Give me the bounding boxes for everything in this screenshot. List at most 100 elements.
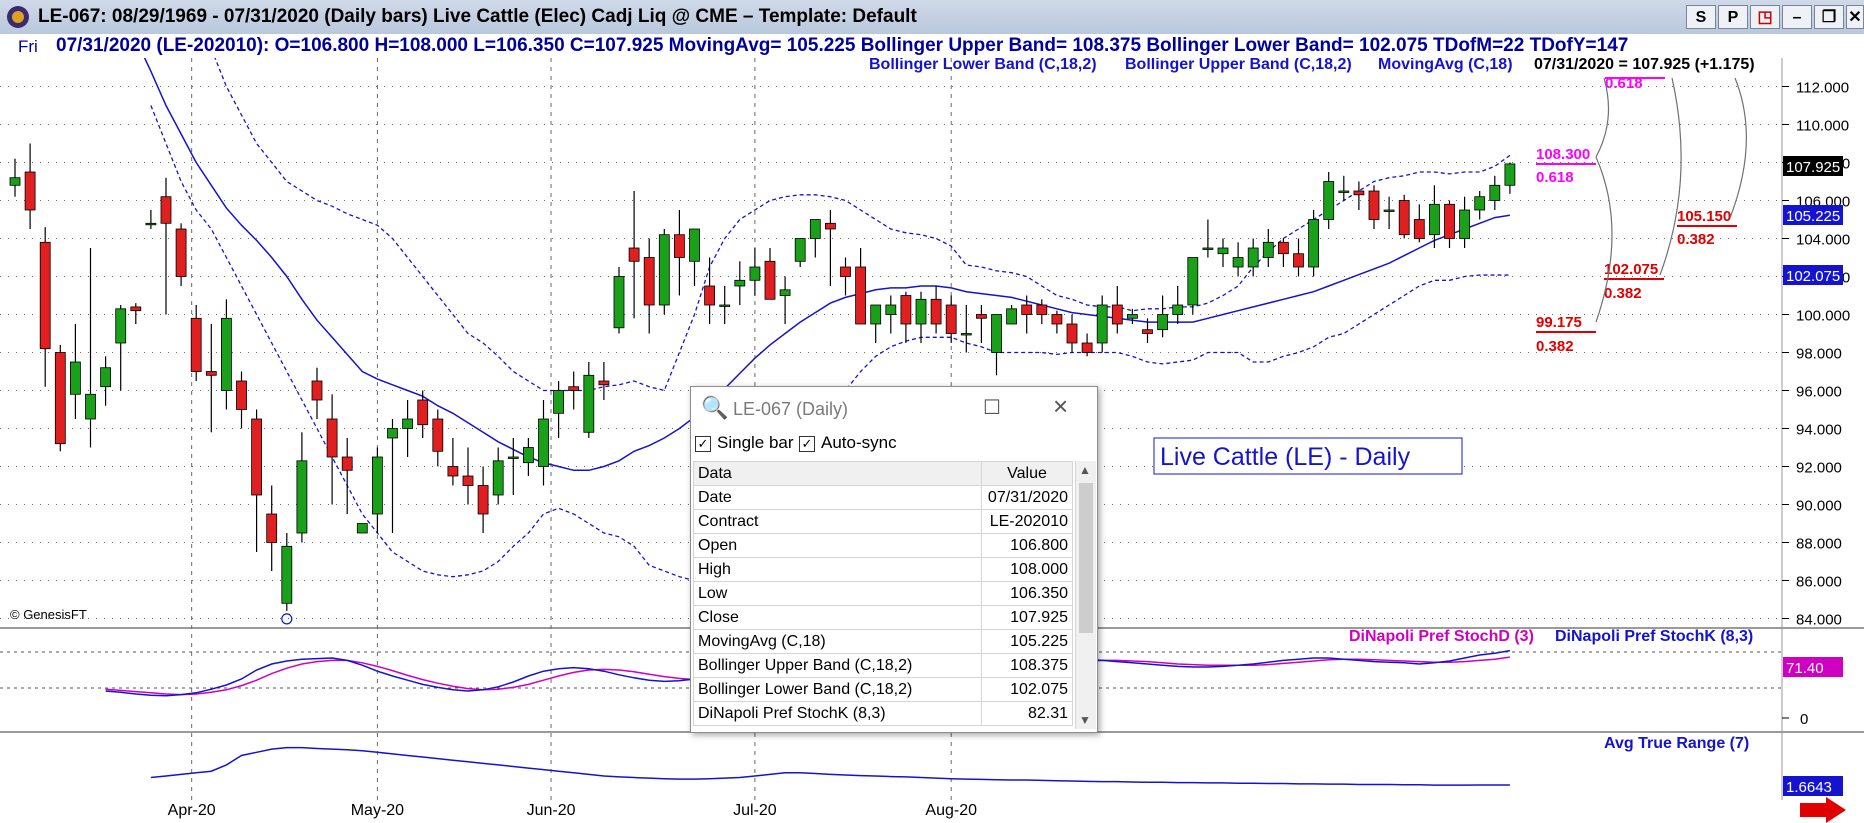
table-row[interactable]: Contract LE-202010 xyxy=(693,509,1073,534)
candle-body xyxy=(538,418,549,467)
candle-body xyxy=(1096,304,1108,344)
p-button[interactable]: P xyxy=(1718,5,1748,29)
candle-body xyxy=(1006,308,1017,325)
data-window-titlebar[interactable]: 🔍 LE-067 (Daily) ☐ × xyxy=(691,387,1097,431)
candle-body xyxy=(930,298,942,325)
candle-body xyxy=(1036,304,1048,315)
candle-body xyxy=(1066,323,1078,344)
x-tick-label: Jul-20 xyxy=(733,802,777,819)
candle-body xyxy=(326,418,338,458)
candle-body xyxy=(825,222,836,230)
row-label: DiNapoli Pref StochK (8,3) xyxy=(693,701,982,726)
candle-body xyxy=(976,314,987,319)
candle-body xyxy=(341,456,353,471)
table-row[interactable]: Bollinger Upper Band (C,18,2) 108.375 xyxy=(693,653,1073,678)
col-value-header[interactable]: Value xyxy=(981,461,1073,486)
candle-body xyxy=(960,333,972,336)
last-quote: 07/31/2020 = 107.925 (+1.175) xyxy=(1534,56,1755,73)
table-row[interactable]: Bollinger Lower Band (C,18,2) 102.075 xyxy=(693,677,1073,702)
data-grid: Data Value Date 07/31/2020 Contract LE-2020… xyxy=(693,461,1073,729)
close-icon[interactable]: × xyxy=(1053,391,1068,422)
checkmark-icon: ✓ xyxy=(695,435,711,452)
candle-body xyxy=(915,298,927,325)
row-label: High xyxy=(693,557,982,582)
close-button[interactable]: ✕ xyxy=(1846,5,1864,29)
candle-body xyxy=(674,234,685,258)
row-label: Bollinger Upper Band (C,18,2) xyxy=(693,653,982,678)
table-row[interactable]: Low 106.350 xyxy=(693,581,1073,606)
candle-body xyxy=(462,475,474,486)
fib-label-99175-ratio: 0.382 xyxy=(1536,338,1574,355)
fib-label-99175-price: 99.175 xyxy=(1536,314,1582,331)
y-tick-label: 100.000 xyxy=(1796,308,1850,325)
candle-body xyxy=(704,285,715,306)
candle-body xyxy=(281,545,293,604)
table-row[interactable]: MovingAvg (C,18) 105.225 xyxy=(693,629,1073,654)
auto-sync-checkbox[interactable]: ✓ Auto-sync xyxy=(799,433,897,453)
data-grid-scrollbar[interactable]: ▲ ▼ xyxy=(1075,461,1096,729)
candle-body xyxy=(1413,219,1425,239)
restore-button[interactable]: ❐ xyxy=(1814,5,1844,29)
candle-body xyxy=(85,393,96,420)
x-tick-label: Aug-20 xyxy=(925,802,977,819)
fib-label-105150-price: 105.150 xyxy=(1677,208,1731,225)
row-label: Low xyxy=(693,581,982,606)
candle-body xyxy=(991,314,1002,353)
data-window[interactable]: 🔍 LE-067 (Daily) ☐ × ✓ Single bar ✓ Auto-s… xyxy=(690,386,1098,733)
candle-body xyxy=(568,386,580,391)
candle-body xyxy=(1459,209,1470,239)
candle-body xyxy=(583,374,595,433)
candle-body xyxy=(115,308,127,344)
candle-body xyxy=(1489,184,1501,201)
candle-body xyxy=(1398,200,1410,236)
s-button[interactable]: S xyxy=(1686,5,1716,29)
candle-body xyxy=(1232,257,1244,268)
candle-body xyxy=(387,428,398,439)
candle-body xyxy=(190,317,202,372)
row-value: 108.000 xyxy=(981,557,1073,582)
candle-body xyxy=(507,456,519,459)
y-tick-label: 86.000 xyxy=(1796,574,1842,591)
candle-body xyxy=(1323,181,1335,220)
x-tick-label: May-20 xyxy=(351,802,404,819)
legend-moving-avg: MovingAvg (C,18) xyxy=(1378,56,1513,73)
table-row[interactable]: High 108.000 xyxy=(693,557,1073,582)
candle-body xyxy=(220,317,232,391)
scroll-thumb[interactable] xyxy=(1079,483,1093,633)
candle-body xyxy=(900,295,912,325)
row-value: LE-202010 xyxy=(981,509,1073,534)
y-tick-label: 104.000 xyxy=(1796,232,1850,249)
candle-body xyxy=(1308,219,1319,268)
candle-body xyxy=(1383,209,1395,212)
candle-body xyxy=(1111,304,1123,325)
candle-body xyxy=(1247,247,1259,268)
chevron-up-icon[interactable]: ▲ xyxy=(1079,463,1091,477)
minimize-button[interactable]: – xyxy=(1782,5,1812,29)
candle-body xyxy=(628,247,640,262)
row-label: Close xyxy=(693,605,982,630)
detach-button[interactable]: ◳ xyxy=(1750,5,1780,29)
candle-body xyxy=(1262,241,1274,258)
maximize-icon[interactable]: ☐ xyxy=(983,395,1001,420)
checkmark-icon: ✓ xyxy=(799,435,815,452)
candle-body xyxy=(417,399,429,426)
y-tick-label: 90.000 xyxy=(1796,498,1842,515)
table-row[interactable]: Open 106.800 xyxy=(693,533,1073,558)
col-data-header[interactable]: Data xyxy=(693,461,982,486)
candle-body xyxy=(1021,304,1033,315)
table-row[interactable]: Date 07/31/2020 xyxy=(693,485,1073,510)
single-bar-checkbox[interactable]: ✓ Single bar xyxy=(695,433,794,453)
candle-body xyxy=(24,171,36,211)
candle-body xyxy=(9,177,21,186)
chevron-down-icon[interactable]: ▼ xyxy=(1079,713,1091,727)
candle-body xyxy=(1142,329,1153,334)
candle-body xyxy=(205,371,217,376)
table-row[interactable]: DiNapoli Pref StochK (8,3) 82.31 xyxy=(693,701,1073,726)
candle-body xyxy=(689,228,700,262)
table-row[interactable]: Close 107.925 xyxy=(693,605,1073,630)
candle-body xyxy=(809,219,821,239)
legend-upper-band: Bollinger Upper Band (C,18,2) xyxy=(1125,56,1352,73)
auto-sync-label: Auto-sync xyxy=(821,433,897,452)
candle-body xyxy=(1504,163,1516,186)
axis-tag-value: 105.225 xyxy=(1786,208,1840,225)
